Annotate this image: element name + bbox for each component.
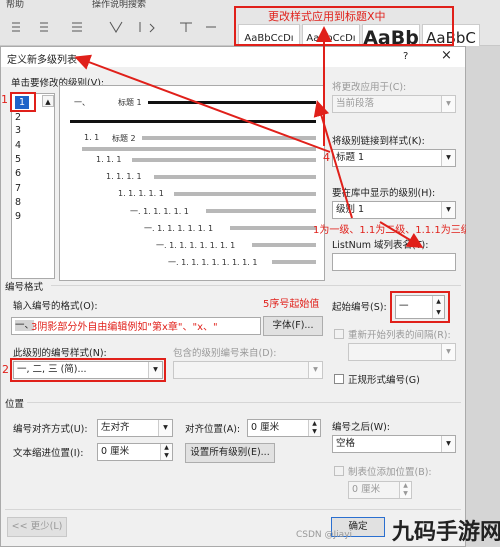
site-watermark: 九码手游网 [392, 520, 500, 545]
annotation-arrows [74, 26, 424, 249]
csdn-watermark: CSDN @Jiayi [296, 530, 353, 540]
